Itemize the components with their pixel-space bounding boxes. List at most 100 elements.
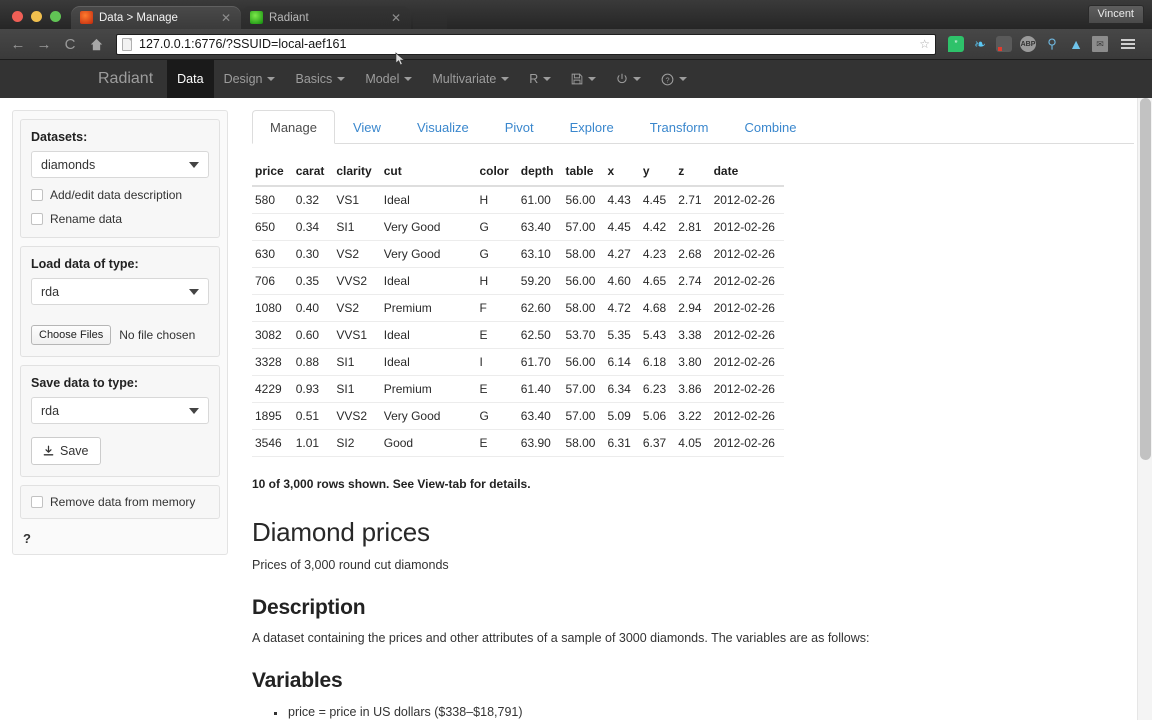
- table-cell-clarity: VVS1: [333, 321, 381, 349]
- reload-icon[interactable]: C: [58, 32, 82, 56]
- app-brand[interactable]: Radiant: [98, 60, 167, 98]
- table-cell-cut: Very Good: [380, 213, 477, 241]
- table-cell-y: 6.18: [639, 348, 676, 376]
- table-cell-table: 57.00: [562, 213, 605, 241]
- close-tab-icon[interactable]: ✕: [221, 12, 231, 24]
- help-icon: ?: [661, 73, 674, 85]
- table-cell-y: 5.06: [639, 402, 676, 430]
- nav-item-r[interactable]: R: [519, 60, 561, 98]
- nav-item-data[interactable]: Data: [167, 60, 214, 98]
- table-cell-clarity: SI1: [333, 348, 381, 376]
- nav-item-basics[interactable]: Basics: [285, 60, 355, 98]
- table-cell-price: 1895: [252, 402, 293, 430]
- column-header-table: table: [562, 158, 605, 187]
- table-cell-x: 5.09: [604, 402, 640, 430]
- choose-files-button[interactable]: Choose Files: [31, 325, 112, 345]
- mail-icon[interactable]: ✉: [1092, 36, 1108, 52]
- tab-visualize[interactable]: Visualize: [399, 110, 487, 144]
- tab-view[interactable]: View: [335, 110, 399, 144]
- new-tab-button[interactable]: [413, 11, 447, 29]
- chevron-down-icon: [501, 77, 510, 81]
- twitter-icon[interactable]: ❧: [972, 36, 988, 52]
- table-cell-clarity: SI1: [333, 375, 381, 403]
- nav-item-save[interactable]: [561, 60, 606, 98]
- bookmark-star-icon[interactable]: ☆: [919, 37, 930, 51]
- tab-explore[interactable]: Explore: [552, 110, 632, 144]
- hangouts-icon[interactable]: ”: [948, 36, 964, 52]
- vertical-scrollbar[interactable]: [1137, 98, 1152, 720]
- nav-item-model[interactable]: Model: [355, 60, 422, 98]
- close-window-button[interactable]: [12, 11, 23, 22]
- browser-menu-icon[interactable]: [1116, 39, 1140, 49]
- table-cell-table: 56.00: [562, 348, 605, 376]
- spy-search-icon[interactable]: ⚲: [1044, 36, 1060, 52]
- minimize-window-button[interactable]: [31, 11, 42, 22]
- nav-item-help[interactable]: ?: [651, 60, 697, 98]
- add-edit-description-checkbox[interactable]: [31, 189, 43, 201]
- table-cell-carat: 0.40: [292, 294, 334, 322]
- browser-tab-data-manage[interactable]: Data > Manage ✕: [71, 6, 241, 29]
- rename-data-label: Rename data: [50, 212, 123, 226]
- remove-data-row[interactable]: Remove data from memory: [31, 495, 209, 509]
- table-cell-table: 56.00: [562, 186, 605, 214]
- table-cell-carat: 0.93: [292, 375, 334, 403]
- tab-pivot[interactable]: Pivot: [487, 110, 552, 144]
- back-icon[interactable]: ←: [6, 32, 30, 56]
- chevron-down-icon: [189, 288, 199, 295]
- forward-icon[interactable]: →: [32, 32, 56, 56]
- description-text: A dataset containing the prices and othe…: [252, 631, 870, 645]
- window-controls: [8, 11, 71, 29]
- nav-item-multivariate[interactable]: Multivariate: [422, 60, 519, 98]
- home-icon[interactable]: [84, 32, 108, 56]
- table-cell-cut: Ideal: [380, 267, 477, 295]
- tab-manage[interactable]: Manage: [252, 110, 335, 144]
- nav-item-label: R: [529, 72, 539, 86]
- file-input-row[interactable]: Choose Files No file chosen: [31, 325, 209, 345]
- rename-data-checkbox[interactable]: [31, 213, 43, 225]
- sidebar-help-icon[interactable]: ?: [13, 527, 227, 546]
- drive-icon[interactable]: ▲: [1068, 36, 1084, 52]
- save-button[interactable]: Save: [31, 437, 101, 465]
- table-cell-cut: Good: [380, 429, 477, 457]
- tab-combine[interactable]: Combine: [726, 110, 814, 144]
- remove-data-checkbox[interactable]: [31, 496, 43, 508]
- scrollbar-thumb[interactable]: [1140, 98, 1151, 460]
- table-cell-color: E: [476, 429, 518, 457]
- data-table: price carat clarity cut color depth table x y z da…: [252, 158, 784, 457]
- close-tab-icon[interactable]: ✕: [391, 12, 401, 24]
- table-cell-x: 4.27: [604, 240, 640, 268]
- maximize-window-button[interactable]: [50, 11, 61, 22]
- rename-data-row[interactable]: Rename data: [31, 212, 209, 226]
- table-cell-y: 4.65: [639, 267, 676, 295]
- table-cell-cut: Very Good: [380, 240, 477, 268]
- table-row: 650 0.34 SI1 Very Good G 63.40 57.00 4.45 4.42 2.…: [252, 213, 784, 241]
- dataset-select[interactable]: diamonds: [31, 151, 209, 178]
- page-title: Diamond prices: [252, 517, 430, 547]
- table-cell-color: E: [476, 321, 518, 349]
- table-cell-clarity: VS1: [333, 186, 381, 214]
- table-cell-y: 4.23: [639, 240, 676, 268]
- save-type-select[interactable]: rda: [31, 397, 209, 424]
- table-cell-price: 580: [252, 186, 293, 214]
- load-type-select[interactable]: rda: [31, 278, 209, 305]
- profile-chip[interactable]: Vincent: [1087, 5, 1144, 23]
- tab-transform[interactable]: Transform: [632, 110, 727, 144]
- nav-item-power[interactable]: [606, 60, 651, 98]
- nav-item-design[interactable]: Design: [214, 60, 286, 98]
- evernote-icon[interactable]: [996, 36, 1012, 52]
- address-bar[interactable]: 127.0.0.1:6776/?SSUID=local-aef161 ☆: [116, 33, 936, 55]
- table-cell-y: 4.45: [639, 186, 676, 214]
- browser-tab-radiant[interactable]: Radiant ✕: [241, 6, 411, 29]
- add-edit-description-row[interactable]: Add/edit data description: [31, 188, 209, 202]
- app-body: Datasets: diamonds Add/edit data descrip…: [0, 98, 1152, 720]
- table-cell-depth: 63.40: [517, 213, 563, 241]
- table-cell-depth: 63.40: [517, 402, 563, 430]
- svg-text:?: ?: [666, 75, 670, 84]
- table-cell-x: 4.43: [604, 186, 640, 214]
- adblock-icon[interactable]: ABP: [1020, 36, 1036, 52]
- table-cell-color: H: [476, 267, 518, 295]
- table-cell-z: 2.81: [675, 213, 711, 241]
- nav-item-label: Multivariate: [432, 72, 497, 86]
- table-cell-date: 2012-02-26: [710, 294, 784, 322]
- save-icon: [571, 73, 583, 85]
